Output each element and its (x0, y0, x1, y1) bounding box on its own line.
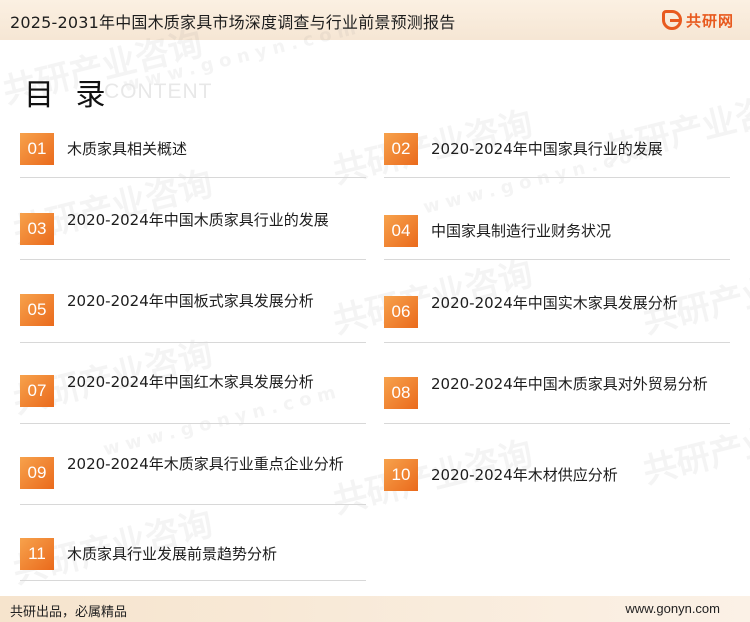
divider (20, 259, 366, 260)
divider (20, 177, 366, 178)
brand-logo: 共研网 (661, 7, 734, 33)
divider (384, 177, 730, 178)
toc-title: 中国家具制造行业财务状况 (431, 222, 612, 240)
toc-title: 木质家具相关概述 (67, 140, 188, 158)
toc-number: 03 (20, 213, 54, 245)
toc-number: 05 (20, 294, 54, 326)
toc-number: 04 (384, 215, 418, 247)
toc-title: 2020-2024年中国红木家具发展分析 (67, 373, 314, 391)
toc-title: 2020-2024年中国木质家具行业的发展 (67, 211, 329, 229)
footer-slogan: 共研出品，必属精品 (10, 605, 128, 620)
footer-url[interactable]: www.gonyn.com (625, 601, 720, 616)
report-title: 2025-2031年中国木质家具市场深度调查与行业前景预测报告 (10, 13, 456, 32)
toc-number: 07 (20, 375, 54, 407)
divider (20, 423, 366, 424)
divider (20, 504, 366, 505)
logo-icon (661, 10, 682, 30)
toc-title: 木质家具行业发展前景趋势分析 (67, 545, 278, 563)
toc-number: 09 (20, 457, 54, 489)
header-bar: 2025-2031年中国木质家具市场深度调查与行业前景预测报告 共研网 (0, 0, 750, 40)
divider (20, 342, 366, 343)
logo-text: 共研网 (685, 11, 734, 30)
toc-number: 02 (384, 133, 418, 165)
toc-heading: 目 录 (24, 78, 112, 113)
toc-title: 2020-2024年中国家具行业的发展 (431, 140, 663, 158)
toc-title: 2020-2024年木材供应分析 (431, 466, 618, 484)
footer-bar: 共研出品，必属精品 www.gonyn.com (0, 596, 750, 622)
toc-title: 2020-2024年木质家具行业重点企业分析 (67, 455, 344, 473)
toc-number: 08 (384, 377, 418, 409)
toc-title: 2020-2024年中国木质家具对外贸易分析 (431, 375, 708, 393)
toc-title: 2020-2024年中国实木家具发展分析 (431, 294, 678, 312)
divider (384, 342, 730, 343)
toc-number: 11 (20, 538, 54, 570)
toc-heading-en: CONTENT (104, 80, 213, 103)
toc-title: 2020-2024年中国板式家具发展分析 (67, 292, 314, 310)
divider (20, 580, 366, 581)
divider (384, 259, 730, 260)
divider (384, 423, 730, 424)
toc-number: 10 (384, 459, 418, 491)
toc-number: 06 (384, 296, 418, 328)
toc-number: 01 (20, 133, 54, 165)
